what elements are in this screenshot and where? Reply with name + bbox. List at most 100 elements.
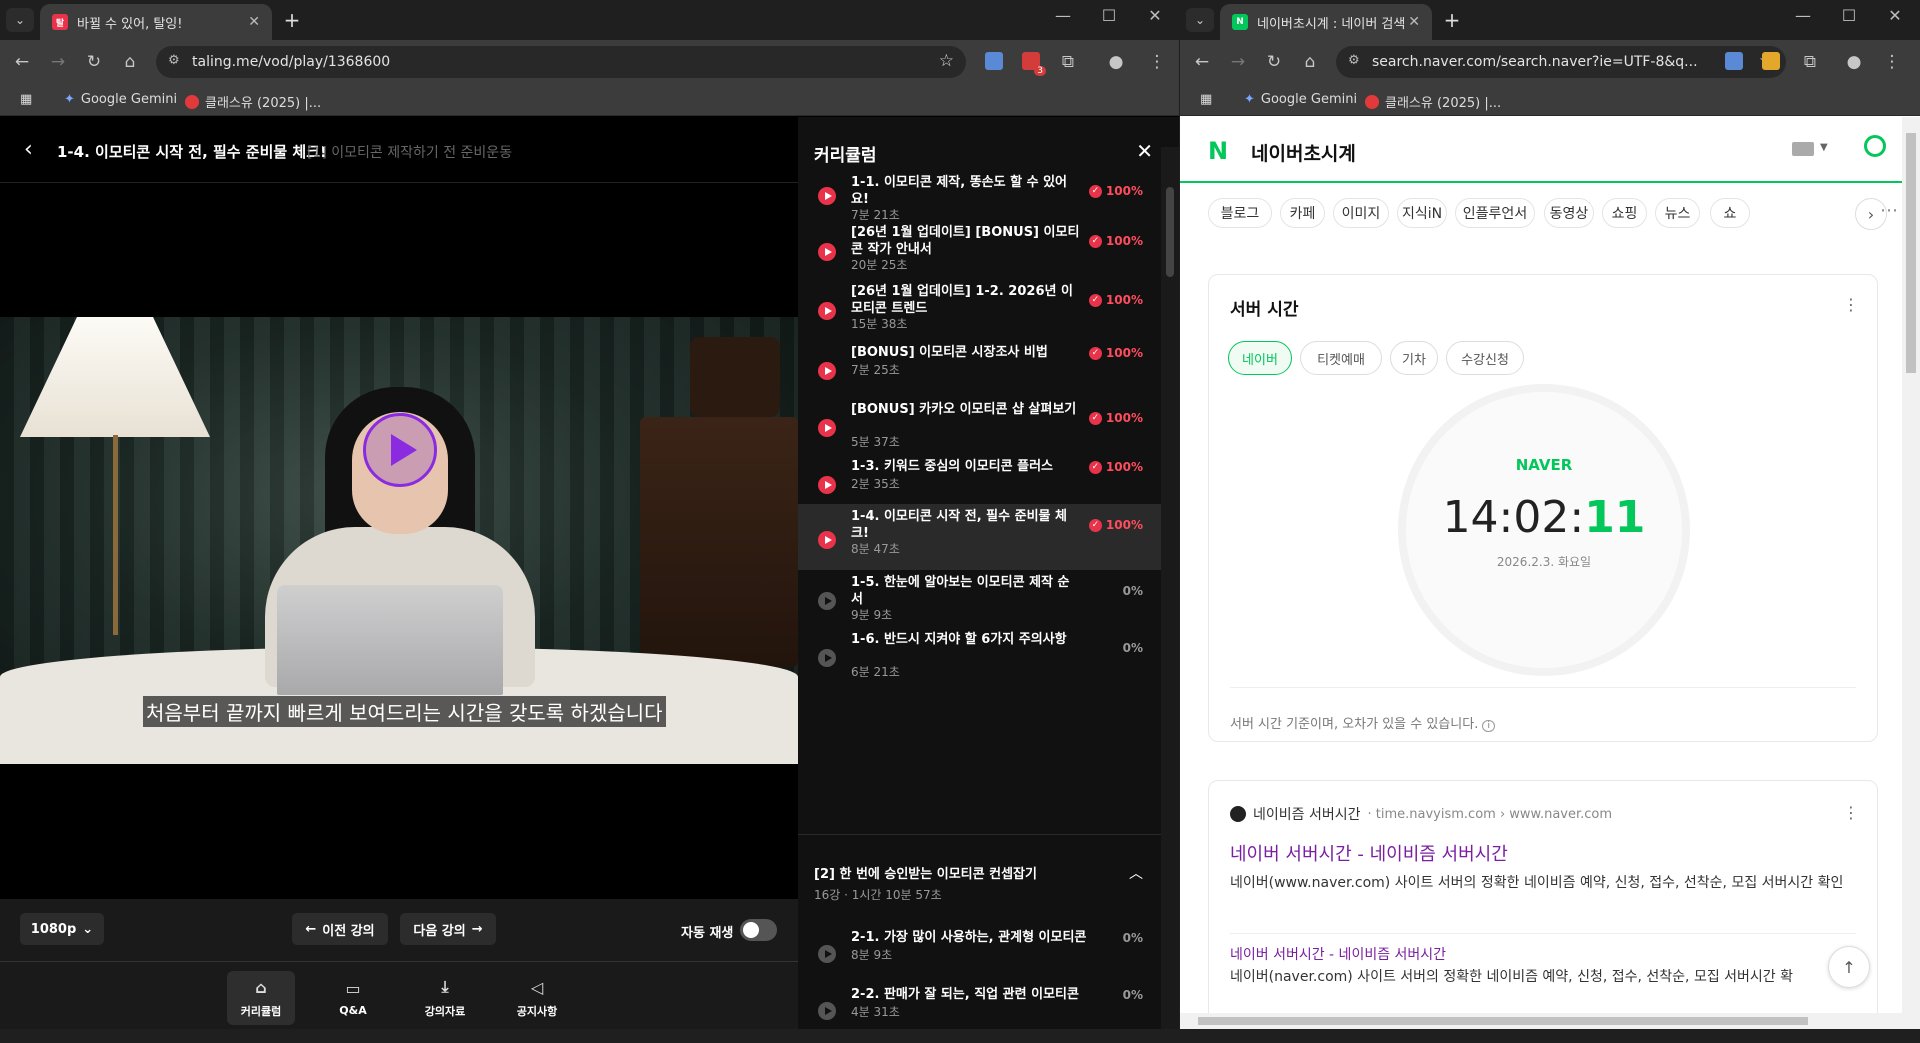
- extensions-puzzle-icon[interactable]: ⧉: [1798, 50, 1822, 74]
- address-bar[interactable]: ⚙ search.naver.com/search.naver?ie=UTF-8…: [1336, 46, 1786, 78]
- info-icon[interactable]: i: [1482, 720, 1495, 732]
- curriculum-item[interactable]: [BONUS] 카카오 이모티콘 샵 살펴보기 5분 37초 ✓ 100%: [798, 397, 1161, 453]
- close-tab-icon[interactable]: ✕: [1408, 14, 1420, 30]
- curriculum-item[interactable]: 1-4. 이모티콘 시작 전, 필수 준비물 체크! 8분 47초 ✓ 100%: [798, 504, 1161, 570]
- quality-select[interactable]: 1080p ⌄: [20, 913, 104, 945]
- curriculum-item[interactable]: [26년 1월 업데이트] 1-2. 2026년 이모티콘 트렌드 15분 38초…: [798, 279, 1161, 337]
- bookmark-star-icon[interactable]: ☆: [939, 51, 954, 71]
- bookmark-classu[interactable]: 클래스유 (2025) |...: [1365, 92, 1501, 111]
- chevron-up-icon[interactable]: ︿: [1129, 863, 1143, 883]
- more-icon[interactable]: ⋯: [1880, 200, 1898, 221]
- naver-header: N 네이버초시계 ▼: [1180, 117, 1902, 183]
- tab-search-button[interactable]: ⌄: [6, 8, 34, 32]
- nav-notice[interactable]: ◁ 공지사항: [503, 971, 571, 1025]
- apps-grid-icon[interactable]: ▦: [20, 92, 32, 107]
- card-menu-icon[interactable]: ⋮: [1843, 295, 1859, 314]
- nav-materials[interactable]: ⤓ 강의자료: [411, 971, 479, 1025]
- search-tab[interactable]: 쇼: [1710, 198, 1750, 228]
- result-sub-title[interactable]: 네이버 서버시간 - 네이비즘 서버시간: [1230, 944, 1446, 964]
- extension-badge-icon[interactable]: 3: [1022, 52, 1046, 76]
- back-button[interactable]: ←: [10, 50, 34, 74]
- scroll-top-icon[interactable]: ↑: [1828, 946, 1870, 988]
- search-tab[interactable]: 지식iN: [1397, 198, 1447, 228]
- chip-ticket[interactable]: 티켓예매: [1300, 341, 1382, 375]
- maximize-button[interactable]: ☐: [1092, 6, 1126, 25]
- minimize-button[interactable]: —: [1786, 6, 1820, 25]
- curriculum-item[interactable]: 1-3. 키워드 중심의 이모티콘 플러스 2분 35초 ✓ 100%: [798, 454, 1161, 510]
- tab-taling[interactable]: 탈 바뀔 수 있어, 탈잉! ✕: [40, 4, 272, 40]
- player-controls: 1080p ⌄ ← 이전 강의 다음 강의 → 자동 재생: [0, 899, 798, 961]
- maximize-button[interactable]: ☐: [1832, 6, 1866, 25]
- extension-icon[interactable]: [985, 52, 1003, 70]
- new-tab-button[interactable]: +: [280, 8, 304, 32]
- bookmark-classu[interactable]: 클래스유 (2025) |...: [185, 92, 321, 111]
- chip-course[interactable]: 수강신청: [1446, 341, 1524, 375]
- search-tab[interactable]: 블로그: [1208, 198, 1272, 228]
- curriculum-item[interactable]: 2-1. 가장 많이 사용하는, 관계형 이모티콘 8분 9초 0%: [798, 925, 1161, 981]
- curriculum-item[interactable]: [BONUS] 이모티콘 시장조사 비법 7분 25초 ✓ 100%: [798, 340, 1161, 396]
- forward-button[interactable]: →: [1226, 50, 1250, 74]
- lecture-section: [1] 이모티콘 제작하기 전 준비운동: [307, 145, 513, 161]
- naver-logo-icon[interactable]: N: [1208, 137, 1228, 165]
- result-menu-icon[interactable]: ⋮: [1843, 803, 1859, 822]
- extension-icon[interactable]: [1725, 52, 1743, 70]
- search-icon[interactable]: [1864, 135, 1886, 157]
- search-tab[interactable]: 쇼핑: [1602, 198, 1647, 228]
- reload-button[interactable]: ↻: [1262, 50, 1286, 74]
- address-bar[interactable]: ⚙ taling.me/vod/play/1368600 ☆: [156, 46, 966, 78]
- nav-qna[interactable]: ▭ Q&A: [319, 971, 387, 1025]
- close-tab-icon[interactable]: ✕: [248, 14, 260, 30]
- chip-train[interactable]: 기차: [1390, 341, 1438, 375]
- curriculum-item[interactable]: 1-1. 이모티콘 제작, 똥손도 할 수 있어요! 7분 21초 ✓ 100%: [798, 170, 1161, 222]
- new-tab-button[interactable]: +: [1440, 8, 1464, 32]
- chevron-down-icon[interactable]: ▼: [1820, 142, 1828, 153]
- search-tab[interactable]: 이미지: [1333, 198, 1389, 228]
- forward-button[interactable]: →: [46, 50, 70, 74]
- next-lecture-button[interactable]: 다음 강의 →: [400, 913, 496, 945]
- close-window-button[interactable]: ✕: [1138, 6, 1172, 25]
- search-tab[interactable]: 인플루언서: [1455, 198, 1535, 228]
- tab-search-button[interactable]: ⌄: [1186, 8, 1214, 32]
- close-window-button[interactable]: ✕: [1878, 6, 1912, 25]
- search-tab[interactable]: 동영상: [1544, 198, 1594, 228]
- menu-kebab-icon[interactable]: ⋮: [1145, 50, 1169, 74]
- close-icon[interactable]: ✕: [1136, 139, 1153, 163]
- curriculum-scrollbar[interactable]: [1161, 147, 1179, 1043]
- item-progress: ✓ 100%: [1088, 293, 1143, 307]
- chip-naver[interactable]: 네이버: [1228, 341, 1292, 375]
- keyboard-icon[interactable]: [1792, 142, 1814, 156]
- horizontal-scrollbar[interactable]: [1180, 1013, 1902, 1029]
- home-button[interactable]: ⌂: [118, 50, 142, 74]
- home-button[interactable]: ⌂: [1298, 50, 1322, 74]
- apps-grid-icon[interactable]: ▦: [1200, 92, 1212, 107]
- video-player[interactable]: 처음부터 끝까지 빠르게 보여드리는 시간을 갖도록 하겠습니다: [0, 317, 798, 764]
- curriculum-item[interactable]: [26년 1월 업데이트] [BONUS] 이모티콘 작가 안내서 20분 25초…: [798, 220, 1161, 278]
- profile-icon[interactable]: ●: [1842, 50, 1866, 74]
- back-arrow-icon[interactable]: ‹: [24, 137, 33, 162]
- nav-curriculum[interactable]: ⌂ 커리큘럼: [227, 971, 295, 1025]
- bookmark-gemini[interactable]: ✦ Google Gemini: [64, 92, 177, 107]
- result-source[interactable]: 네이비즘 서버시간 · time.navyism.com › www.naver…: [1230, 804, 1612, 824]
- autoplay-toggle[interactable]: [740, 919, 777, 941]
- reload-button[interactable]: ↻: [82, 50, 106, 74]
- tab-naver[interactable]: N 네이버초시계 : 네이버 검색 ✕: [1220, 4, 1432, 40]
- curriculum-item[interactable]: 1-5. 한눈에 알아보는 이모티콘 제작 순서 9분 9초 0%: [798, 570, 1161, 626]
- vertical-scrollbar[interactable]: [1902, 117, 1920, 1043]
- bookmark-gemini[interactable]: ✦ Google Gemini: [1244, 92, 1357, 107]
- site-info-icon[interactable]: ⚙: [168, 53, 180, 68]
- extensions-puzzle-icon[interactable]: ⧉: [1056, 50, 1080, 74]
- profile-icon[interactable]: ●: [1104, 50, 1128, 74]
- search-tab[interactable]: 카페: [1280, 198, 1325, 228]
- menu-kebab-icon[interactable]: ⋮: [1880, 50, 1904, 74]
- search-query[interactable]: 네이버초시계: [1251, 139, 1356, 166]
- search-tab[interactable]: 뉴스: [1655, 198, 1700, 228]
- play-icon[interactable]: [363, 413, 437, 487]
- site-info-icon[interactable]: ⚙: [1348, 53, 1360, 68]
- back-button[interactable]: ←: [1190, 50, 1214, 74]
- section-header[interactable]: [2] 한 번에 승인받는 이모티콘 컨셉잡기 16강 · 1시간 10분 57…: [798, 834, 1161, 924]
- extension-icon-2[interactable]: [1762, 52, 1780, 70]
- curriculum-item[interactable]: 1-6. 반드시 지켜야 할 6가지 주의사항 6분 21초 0%: [798, 627, 1161, 683]
- minimize-button[interactable]: —: [1046, 6, 1080, 25]
- prev-lecture-button[interactable]: ← 이전 강의: [292, 913, 388, 945]
- result-title[interactable]: 네이버 서버시간 - 네이비즘 서버시간: [1230, 840, 1508, 866]
